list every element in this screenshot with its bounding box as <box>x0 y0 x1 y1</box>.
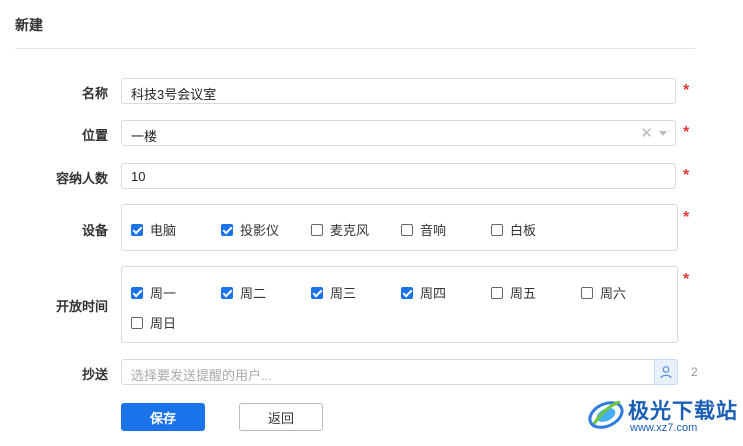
checkbox-option[interactable]: 周一 <box>131 283 176 302</box>
checkbox-checked[interactable] <box>221 286 233 299</box>
checkbox-checked[interactable] <box>401 286 413 299</box>
checkbox-option[interactable]: 周二 <box>221 283 266 302</box>
equipment-label: 设备 <box>81 223 108 238</box>
checkbox-label: 周一 <box>150 286 177 301</box>
checkbox-option[interactable]: 音响 <box>401 220 446 239</box>
checkbox-label: 麦克风 <box>330 223 370 238</box>
open-time-checkbox-group: 周一 周二 周三 周四 周五 周六周日 <box>121 266 678 343</box>
checkbox-label: 电脑 <box>150 223 177 238</box>
checkbox-option[interactable]: 周五 <box>491 283 536 302</box>
checkbox-option[interactable]: 周日 <box>131 313 176 332</box>
capacity-value: 10 <box>131 169 146 184</box>
checkbox-option[interactable]: 电脑 <box>131 220 176 239</box>
capacity-field[interactable]: 10 <box>121 163 676 189</box>
page-title: 新建 <box>15 17 43 33</box>
checkbox-label: 白板 <box>510 223 537 238</box>
capacity-required-mark: * <box>683 167 690 184</box>
location-label: 位置 <box>81 128 108 143</box>
checkbox-label: 周六 <box>600 286 627 301</box>
checkbox-checked[interactable] <box>131 286 143 299</box>
checkbox-option[interactable]: 周六 <box>581 283 626 302</box>
name-value: 科技3号会议室 <box>131 87 217 102</box>
cc-field[interactable]: 选择要发送提醒的用户... <box>121 359 678 385</box>
cc-label: 抄送 <box>81 367 108 382</box>
open-time-required-mark: * <box>683 271 690 288</box>
location-value: 一楼 <box>131 129 158 144</box>
watermark-logo-icon <box>588 400 624 429</box>
checkbox-checked[interactable] <box>221 223 233 236</box>
name-field[interactable]: 科技3号会议室 <box>121 78 676 104</box>
user-icon[interactable] <box>654 359 678 385</box>
checkbox-unchecked[interactable] <box>491 223 503 236</box>
location-select[interactable]: 一楼 ✕ <box>121 120 676 146</box>
checkbox-label: 周日 <box>150 316 177 331</box>
checkbox-checked[interactable] <box>311 286 323 299</box>
checkbox-option[interactable]: 麦克风 <box>311 220 369 239</box>
checkbox-option[interactable]: 白板 <box>491 220 536 239</box>
name-label: 名称 <box>81 86 108 101</box>
checkbox-label: 周三 <box>330 286 357 301</box>
checkbox-unchecked[interactable] <box>491 286 503 299</box>
checkbox-unchecked[interactable] <box>311 223 323 236</box>
back-button[interactable]: 返回 <box>239 403 323 431</box>
cc-placeholder: 选择要发送提醒的用户... <box>131 368 272 383</box>
clear-icon[interactable]: ✕ <box>640 124 653 142</box>
title-divider <box>15 48 695 49</box>
checkbox-label: 投影仪 <box>240 223 280 238</box>
capacity-label: 容纳人数 <box>55 171 108 186</box>
checkbox-label: 周四 <box>420 286 447 301</box>
watermark-name: 极光下载站 <box>628 400 738 423</box>
checkbox-unchecked[interactable] <box>581 286 593 299</box>
checkbox-option[interactable]: 投影仪 <box>221 220 279 239</box>
watermark: 极光下载站 www.xz7.com <box>586 392 741 442</box>
checkbox-label: 音响 <box>420 223 447 238</box>
watermark-url: www.xz7.com <box>630 422 698 434</box>
save-button[interactable]: 保存 <box>121 403 205 431</box>
equipment-required-mark: * <box>683 209 690 226</box>
name-required-mark: * <box>683 82 690 99</box>
checkbox-label: 周五 <box>510 286 537 301</box>
checkbox-option[interactable]: 周三 <box>311 283 356 302</box>
cc-side-mark: 2 <box>691 365 698 379</box>
checkbox-option[interactable]: 周四 <box>401 283 446 302</box>
location-required-mark: * <box>683 124 690 141</box>
checkbox-unchecked[interactable] <box>401 223 413 236</box>
checkbox-label: 周二 <box>240 286 267 301</box>
chevron-down-icon[interactable] <box>659 131 667 136</box>
equipment-checkbox-group: 电脑 投影仪 麦克风 音响 白板 <box>121 204 678 251</box>
open-time-label: 开放时间 <box>55 299 108 314</box>
checkbox-unchecked[interactable] <box>131 316 143 329</box>
checkbox-checked[interactable] <box>131 223 143 236</box>
